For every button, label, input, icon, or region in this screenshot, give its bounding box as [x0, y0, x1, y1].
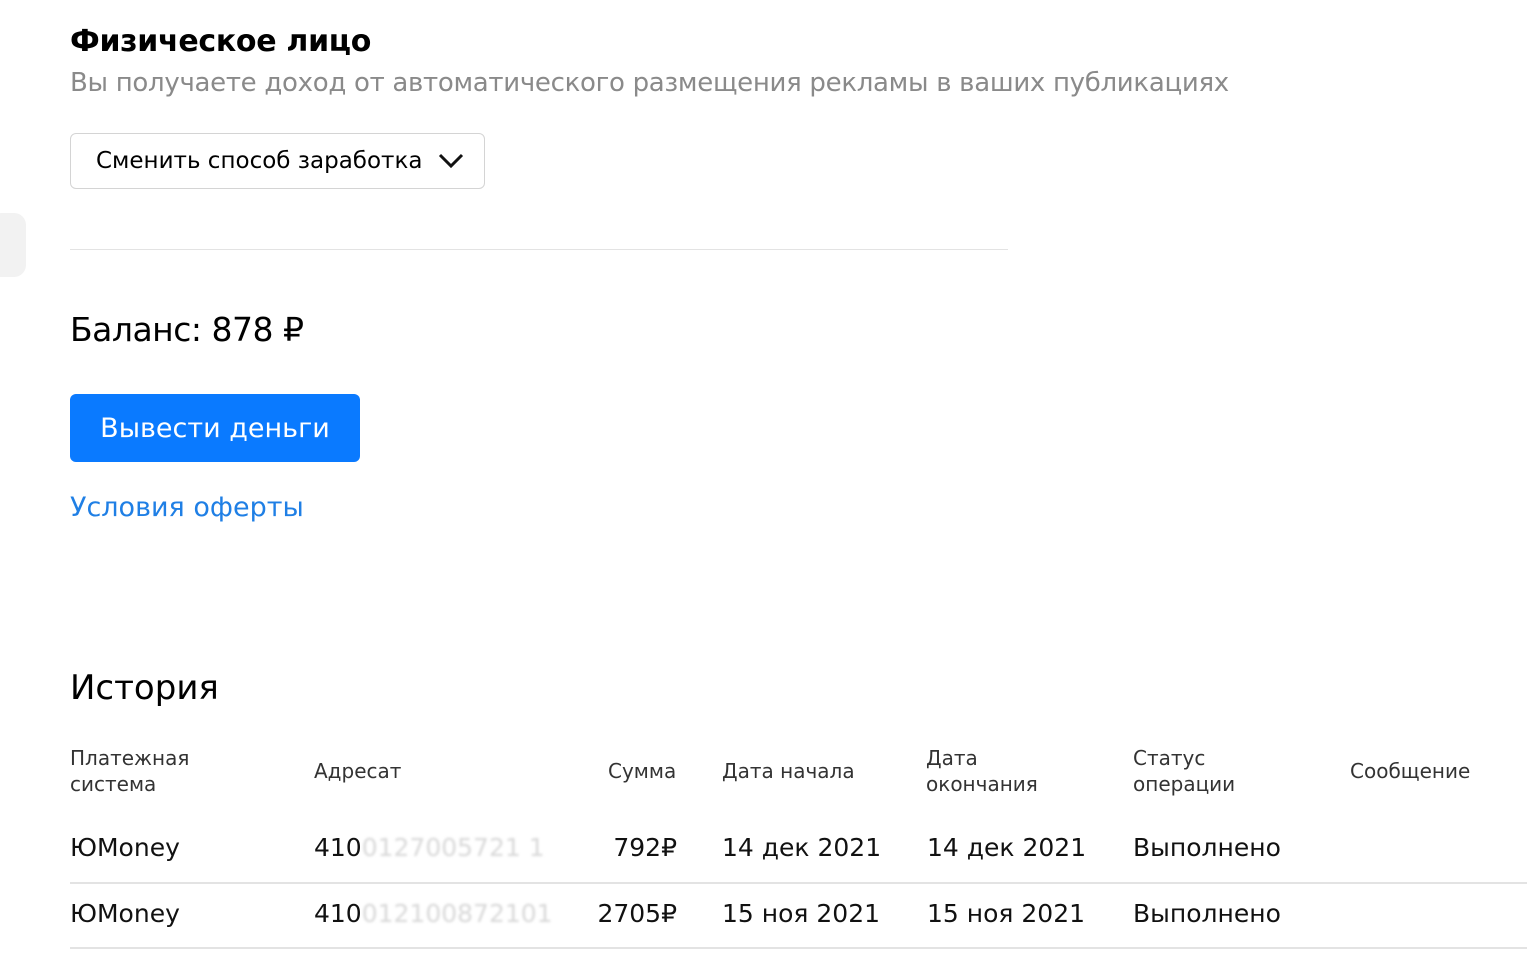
- col-start-date: Дата начала: [722, 759, 855, 783]
- switch-earning-method-dropdown[interactable]: Сменить способ заработка: [70, 133, 485, 189]
- end-date: 15 ноя 2021: [927, 899, 1086, 928]
- side-panel-tab[interactable]: [0, 213, 26, 277]
- col-amount: Сумма: [608, 759, 677, 783]
- col-end-date: Дата окончания: [926, 746, 1038, 796]
- balance: Баланс: 878 ₽: [70, 310, 304, 349]
- col-status: Статус операции: [1133, 746, 1236, 796]
- page-subtitle: Вы получаете доход от автоматического ра…: [70, 68, 1229, 98]
- recipient-hidden: 0127005721 1: [361, 833, 545, 862]
- chevron-down-icon: [439, 153, 464, 169]
- offer-terms-link[interactable]: Условия оферты: [70, 492, 304, 523]
- start-date: 15 ноя 2021: [722, 899, 881, 928]
- status: Выполнено: [1133, 833, 1281, 862]
- col-payment-system: Платежная система: [70, 746, 190, 796]
- recipient-visible: 410: [314, 899, 362, 928]
- recipient-visible: 410: [314, 833, 362, 862]
- page-title: Физическое лицо: [70, 24, 372, 59]
- payment-system: ЮMoney: [70, 833, 180, 862]
- col-recipient: Адресат: [314, 759, 402, 783]
- row-divider: [70, 947, 1527, 949]
- payment-system: ЮMoney: [70, 899, 180, 928]
- recipient: 4100127005721 1: [314, 833, 545, 862]
- recipient-hidden: 012100872101: [361, 899, 553, 928]
- col-message: Сообщение: [1350, 759, 1471, 783]
- amount: 2705₽: [597, 899, 677, 928]
- recipient: 410012100872101: [314, 899, 553, 928]
- switch-label: Сменить способ заработка: [96, 148, 423, 174]
- withdraw-button[interactable]: Вывести деньги: [70, 394, 360, 462]
- history-title: История: [70, 668, 219, 708]
- row-divider: [70, 882, 1527, 884]
- start-date: 14 дек 2021: [722, 833, 882, 862]
- amount: 792₽: [613, 833, 677, 862]
- status: Выполнено: [1133, 899, 1281, 928]
- end-date: 14 дек 2021: [927, 833, 1087, 862]
- divider: [70, 249, 1008, 250]
